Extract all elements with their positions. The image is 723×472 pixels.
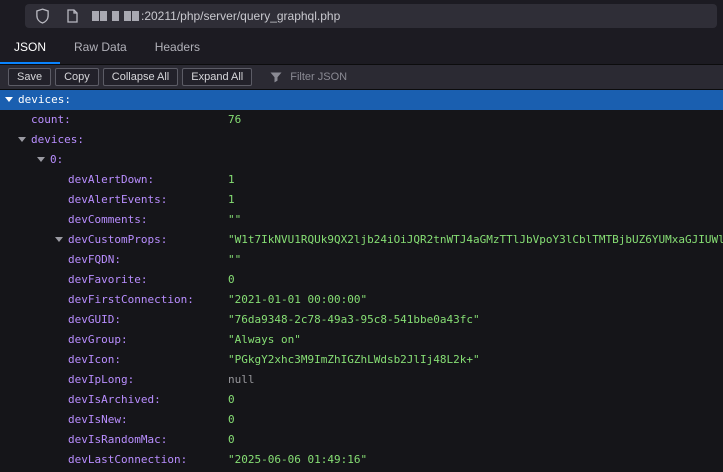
json-row[interactable]: devLastConnection: "2025-06-06 01:49:16": [0, 450, 723, 470]
save-button[interactable]: Save: [8, 68, 51, 86]
filter-wrap: [270, 70, 408, 84]
json-key: devFavorite:: [68, 273, 147, 286]
json-row[interactable]: devAlertEvents: 1: [0, 190, 723, 210]
json-key: devIpLong:: [68, 373, 134, 386]
url-text: :20211/php/server/query_graphql.php: [141, 9, 340, 23]
json-row[interactable]: devCustomProps: "W1t7IkNVU1RQUk9QX2ljb24i…: [0, 230, 723, 250]
json-value: "2025-06-06 01:49:16": [228, 450, 367, 470]
json-value: 0: [228, 390, 235, 410]
json-key: count:: [31, 113, 71, 126]
tab-raw-data[interactable]: Raw Data: [60, 31, 141, 64]
tracking-protection-shield-icon[interactable]: [35, 8, 50, 24]
tab-headers[interactable]: Headers: [141, 31, 214, 64]
browser-chrome: :20211/php/server/query_graphql.php: [0, 0, 723, 31]
twisty-down-icon[interactable]: [55, 230, 68, 250]
json-row[interactable]: count: 76: [0, 110, 723, 130]
json-key: devAlertEvents:: [68, 193, 167, 206]
funnel-icon: [270, 72, 282, 83]
json-value: 1: [228, 170, 235, 190]
json-key: devCustomProps:: [68, 233, 167, 246]
json-key: devGroup:: [68, 333, 128, 346]
json-value: 1: [228, 190, 235, 210]
json-row[interactable]: devFQDN: "": [0, 250, 723, 270]
json-key: devIcon:: [68, 353, 121, 366]
json-key: devComments:: [68, 213, 147, 226]
page-info-icon[interactable]: [66, 9, 79, 23]
json-row[interactable]: devices:: [0, 130, 723, 150]
json-value: "2021-01-01 00:00:00": [228, 290, 367, 310]
json-key: devices:: [18, 93, 71, 106]
json-row[interactable]: devIsRandomMac: 0: [0, 430, 723, 450]
json-row[interactable]: devAlertDown: 1: [0, 170, 723, 190]
json-value: 0: [228, 270, 235, 290]
url-bar[interactable]: :20211/php/server/query_graphql.php: [25, 4, 717, 28]
twisty-down-icon[interactable]: [37, 150, 50, 170]
twisty-down-icon[interactable]: [18, 130, 31, 150]
json-value: "": [228, 210, 241, 230]
json-key: devGUID:: [68, 313, 121, 326]
json-row[interactable]: devFirstConnection: "2021-01-01 00:00:00": [0, 290, 723, 310]
json-key: devLastConnection:: [68, 453, 187, 466]
expand-all-button[interactable]: Expand All: [182, 68, 252, 86]
json-row[interactable]: devIcon: "PGkgY2xhc3M9ImZhIGZhLWdsb2JlIj4…: [0, 350, 723, 370]
json-row[interactable]: devComments: "": [0, 210, 723, 230]
json-row[interactable]: devIpLong: null: [0, 370, 723, 390]
viewer-tab-bar: JSONRaw DataHeaders: [0, 31, 723, 64]
json-value: 0: [228, 410, 235, 430]
twisty-down-icon[interactable]: [5, 90, 18, 110]
json-row[interactable]: devIsArchived: 0: [0, 390, 723, 410]
json-key: devFQDN:: [68, 253, 121, 266]
tab-json[interactable]: JSON: [0, 31, 60, 64]
json-key: 0:: [50, 153, 63, 166]
json-toolbar: SaveCopyCollapse AllExpand All: [0, 64, 723, 90]
json-key: devIsArchived:: [68, 393, 161, 406]
toolbar-buttons: SaveCopyCollapse AllExpand All: [8, 68, 252, 86]
json-value: "76da9348-2c78-49a3-95c8-541bbe0a43fc": [228, 310, 480, 330]
json-key: devAlertDown:: [68, 173, 154, 186]
copy-button[interactable]: Copy: [55, 68, 99, 86]
json-value: 0: [228, 430, 235, 450]
url-redacted-blocks: [92, 11, 139, 21]
json-key: devIsRandomMac:: [68, 433, 167, 446]
json-tree: devices: count: 76 devices: 0: devAlertDown: 1…: [0, 90, 723, 470]
json-value: "Always on": [228, 330, 301, 350]
json-value: "W1t7IkNVU1RQUk9QX2ljb24iOiJQR2tnWTJ4aGM…: [228, 230, 723, 250]
json-key: devices:: [31, 133, 84, 146]
json-row[interactable]: devFavorite: 0: [0, 270, 723, 290]
json-row[interactable]: devIsNew: 0: [0, 410, 723, 430]
json-row[interactable]: devGroup: "Always on": [0, 330, 723, 350]
json-key: devIsNew:: [68, 413, 128, 426]
json-value: "PGkgY2xhc3M9ImZhIGZhLWdsb2JlIj48L2k+": [228, 350, 480, 370]
json-value: null: [228, 370, 255, 390]
collapse-all-button[interactable]: Collapse All: [103, 68, 178, 86]
filter-json-input[interactable]: [288, 70, 408, 84]
json-row[interactable]: 0:: [0, 150, 723, 170]
json-row[interactable]: devGUID: "76da9348-2c78-49a3-95c8-541bbe0…: [0, 310, 723, 330]
json-key: devFirstConnection:: [68, 293, 194, 306]
json-value: "": [228, 250, 241, 270]
json-value: 76: [228, 110, 241, 130]
json-row[interactable]: devices:: [0, 90, 723, 110]
